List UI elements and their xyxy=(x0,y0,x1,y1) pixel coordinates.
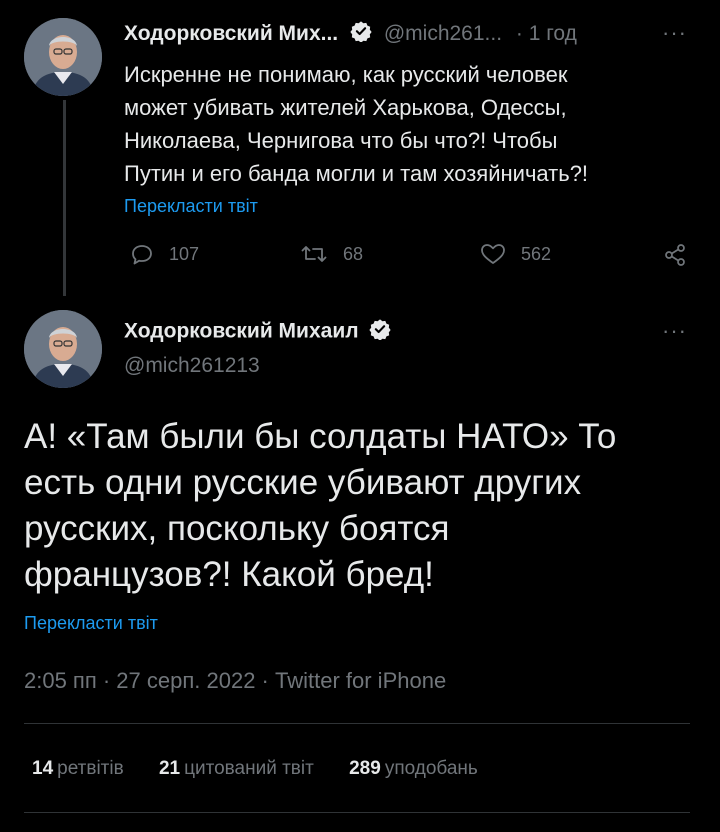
tweet-timestamp-source[interactable]: 2:05 пп · 27 серп. 2022 · Twitter for iP… xyxy=(24,668,446,694)
tweet1-text: Искренне не понимаю, как русский человек… xyxy=(124,58,684,190)
likes-count: 289 xyxy=(349,758,381,779)
reply-count: 107 xyxy=(169,243,200,264)
tweet-text-line: А! «Там были бы солдаты НАТО» То xyxy=(24,417,617,456)
share-icon xyxy=(665,244,685,266)
likes-label: уподобань xyxy=(384,758,478,779)
tweet-text-line: Николаева, Чернигова что бы что?! Чтобы xyxy=(124,128,558,153)
heart-icon xyxy=(481,244,505,264)
verified-badge-icon xyxy=(369,318,391,345)
retweets-stat[interactable]: 14 ретвітів xyxy=(32,758,124,779)
retweet-count: 68 xyxy=(343,243,364,264)
divider xyxy=(24,723,690,724)
tweet-text-line: Искренне не понимаю, как русский человек xyxy=(124,62,568,87)
retweet-icon xyxy=(301,246,327,262)
author-handle[interactable]: @mich261213 xyxy=(124,354,260,378)
tweet-text-line: Путин и его банда могли и там хозяйничат… xyxy=(124,161,589,186)
reply-action[interactable]: 107 xyxy=(130,242,199,272)
like-count: 562 xyxy=(521,243,552,264)
tweet-time[interactable]: · 1 год xyxy=(516,22,577,45)
more-options-icon[interactable]: ··· xyxy=(662,20,687,46)
translate-tweet-link[interactable]: Перекласти твіт xyxy=(24,613,158,634)
tweet2-header: Ходорковский Михаил xyxy=(124,318,391,345)
reply-icon xyxy=(132,245,152,265)
like-action[interactable]: 562 xyxy=(480,242,551,272)
tweet-text-line: французов?! Какой бред! xyxy=(24,555,434,594)
likes-stat[interactable]: 289 уподобань xyxy=(349,758,478,779)
tweet2-text: А! «Там были бы солдаты НАТО» То есть од… xyxy=(24,414,694,598)
author-handle[interactable]: @mich261... xyxy=(384,22,502,45)
quotes-count: 21 xyxy=(158,758,181,779)
author-name[interactable]: Ходорковский Михаил xyxy=(124,320,359,343)
quotes-stat[interactable]: 21 цитований твіт xyxy=(159,758,314,779)
author-name[interactable]: Ходорковский Мих... xyxy=(124,22,338,45)
tweet-text-line: есть одни русские убивают других xyxy=(24,463,582,502)
avatar[interactable] xyxy=(24,18,102,96)
retweets-count: 14 xyxy=(32,758,54,779)
more-options-icon[interactable]: ··· xyxy=(662,318,687,344)
tweet-text-line: русских, поскольку боятся xyxy=(24,509,450,548)
quotes-label: цитований твіт xyxy=(184,758,314,779)
divider xyxy=(24,812,690,813)
thread-connector-line xyxy=(63,100,66,296)
tweet1-header: Ходорковский Мих... @mich261... · 1 год xyxy=(124,20,684,50)
translate-tweet-link[interactable]: Перекласти твіт xyxy=(124,196,258,217)
avatar-photo-icon xyxy=(24,310,102,388)
retweet-action[interactable]: 68 xyxy=(300,242,363,272)
verified-badge-icon xyxy=(350,20,372,48)
avatar-photo-icon xyxy=(24,18,102,96)
tweet-stats: 14 ретвітів 21 цитований твіт 289 уподобань xyxy=(32,758,508,780)
retweets-label: ретвітів xyxy=(57,758,124,779)
tweet-text-line: может убивать жителей Харькова, Одессы, xyxy=(124,95,567,120)
share-action[interactable] xyxy=(662,242,688,272)
avatar[interactable] xyxy=(24,310,102,388)
